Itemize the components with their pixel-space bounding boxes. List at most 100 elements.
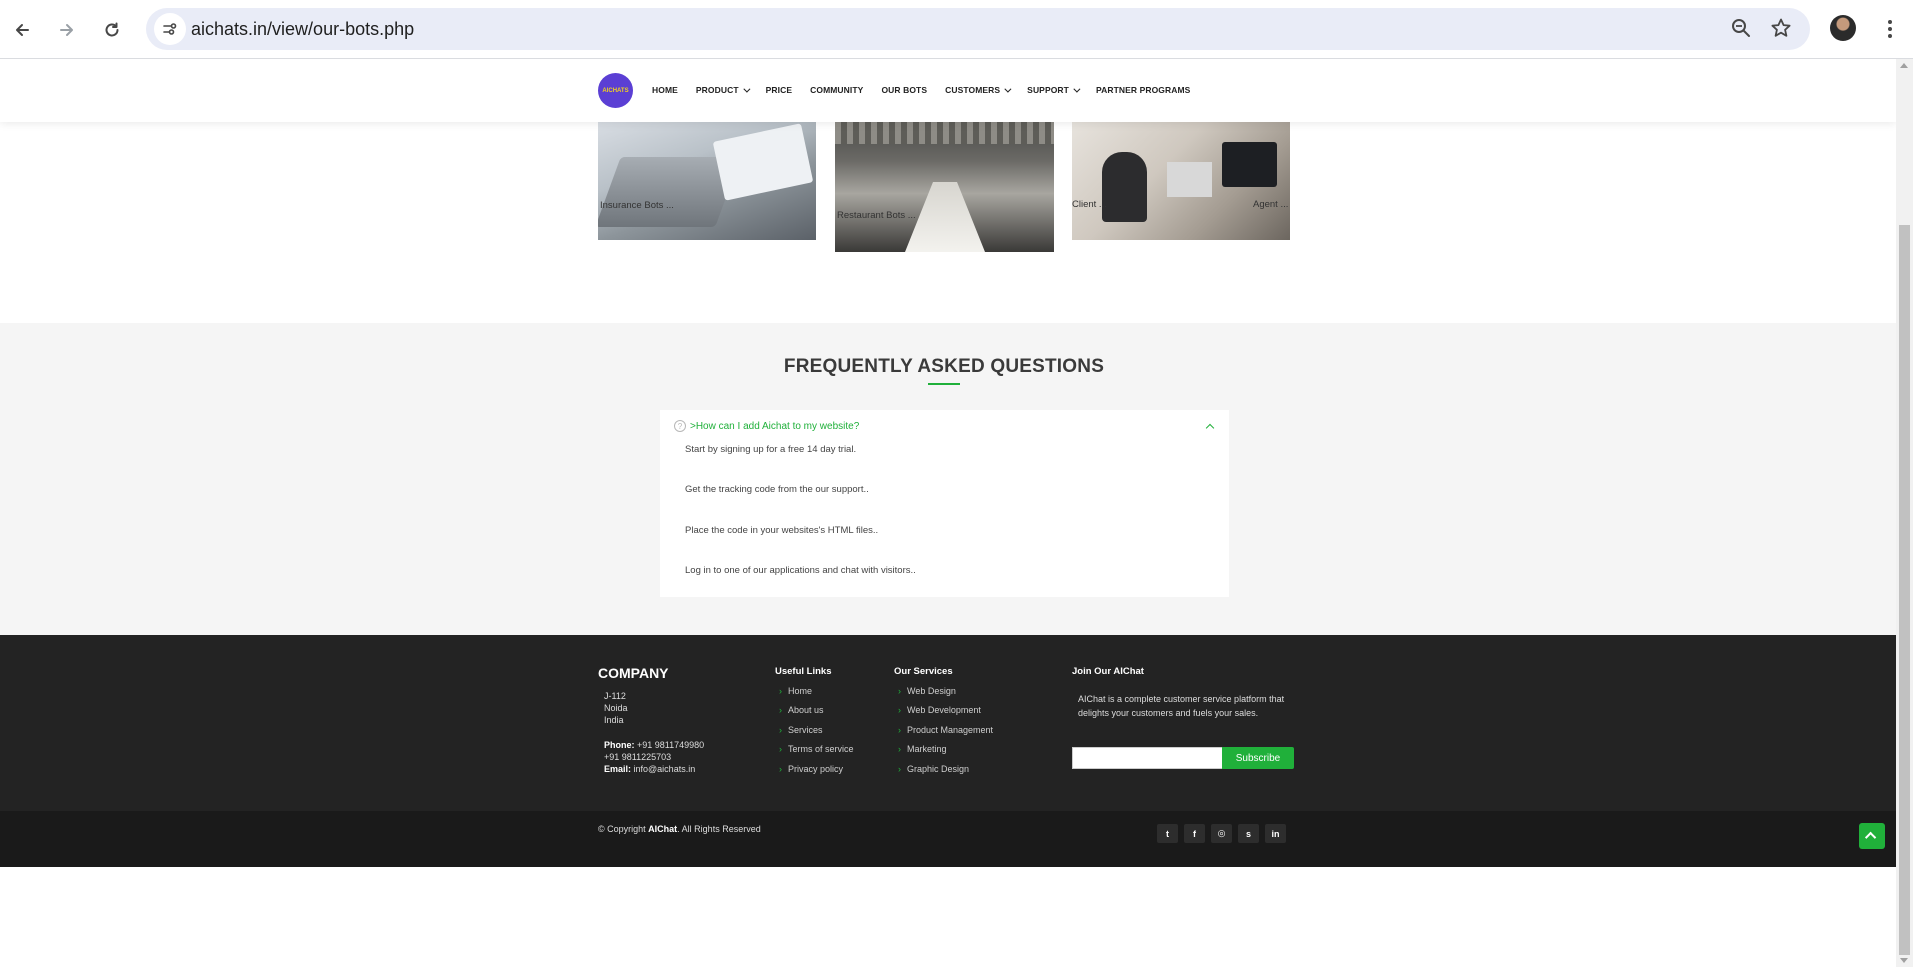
chevron-right-icon: › <box>898 725 901 735</box>
faq-section: FREQUENTLY ASKED QUESTIONS ? >How can I … <box>0 323 1896 635</box>
nav-partner-programs[interactable]: PARTNER PROGRAMS <box>1096 85 1190 95</box>
zoom-icon[interactable] <box>1730 17 1752 44</box>
title-underline <box>928 383 960 385</box>
nav-label: PARTNER PROGRAMS <box>1095 85 1191 95</box>
faq-answer-line: Get the tracking code from the our suppo… <box>685 484 869 495</box>
email-label: Email: <box>604 764 632 774</box>
reload-icon[interactable] <box>94 12 130 48</box>
phone-label: Phone: <box>604 740 635 750</box>
service-link-product-mgmt[interactable]: › Product Management <box>898 725 993 735</box>
copyright-suffix: . All Rights Reserved <box>677 824 761 834</box>
page-scrollbar[interactable] <box>1896 59 1913 967</box>
nav-support[interactable]: SUPPORT <box>1027 85 1081 95</box>
scroll-up-arrow-icon[interactable] <box>1900 63 1908 68</box>
scrollbar-thumb[interactable] <box>1899 225 1910 955</box>
nav-home[interactable]: HOME <box>652 85 678 95</box>
scroll-down-arrow-icon[interactable] <box>1900 958 1908 963</box>
forward-arrow-icon[interactable] <box>49 12 85 48</box>
copyright-prefix: © Copyright <box>598 824 646 834</box>
site-info-icon[interactable] <box>154 13 186 45</box>
chevron-right-icon: › <box>779 725 782 735</box>
facebook-icon[interactable]: f <box>1184 824 1205 843</box>
faq-answer-line: Start by signing up for a free 14 day tr… <box>685 444 857 455</box>
copyright-brand: AIChat <box>648 824 678 834</box>
service-link-web-dev[interactable]: › Web Development <box>898 705 981 715</box>
footer: COMPANY J-112 Noida India Phone: +91 981… <box>0 635 1896 811</box>
twitter-icon[interactable]: t <box>1157 824 1178 843</box>
back-to-top-button[interactable] <box>1859 823 1885 849</box>
useful-links-heading: Useful Links <box>775 666 832 677</box>
company-heading: COMPANY <box>598 665 669 681</box>
nav-product[interactable]: PRODUCT <box>695 85 751 95</box>
instagram-icon[interactable]: ◎ <box>1211 824 1232 843</box>
link-label: Home <box>788 686 813 696</box>
client-agent-bots-image[interactable] <box>1072 122 1290 240</box>
linkedin-icon[interactable]: in <box>1265 824 1286 843</box>
insurance-bots-label[interactable]: Insurance Bots ... <box>600 200 674 211</box>
site-logo[interactable]: AICHATS <box>598 73 633 108</box>
service-link-marketing[interactable]: › Marketing <box>898 744 947 754</box>
more-menu-icon[interactable] <box>1880 12 1900 46</box>
footer-link-terms[interactable]: › Terms of service <box>779 744 854 754</box>
service-link-web-design[interactable]: › Web Design <box>898 686 956 696</box>
help-circle-icon: ? <box>674 420 686 432</box>
link-label: Marketing <box>907 744 947 754</box>
chevron-right-icon: › <box>898 686 901 696</box>
nav-our-bots[interactable]: OUR BOTS <box>881 85 927 95</box>
phone-line-2: +91 9811225703 <box>604 752 672 762</box>
copyright-text: © Copyright AIChat. All Rights Reserved <box>598 824 761 834</box>
our-services-heading: Our Services <box>894 666 953 677</box>
site-header: AICHATS HOME PRODUCT PRICE COMMUNITY OUR… <box>0 59 1896 122</box>
client-label[interactable]: Client ... <box>1072 199 1107 210</box>
nav-community[interactable]: COMMUNITY <box>810 85 863 95</box>
subscribe-button[interactable]: Subscribe <box>1222 747 1294 769</box>
browser-toolbar: aichats.in/view/our-bots.php <box>0 0 1913 59</box>
nav-label: COMMUNITY <box>810 85 864 95</box>
url-text[interactable]: aichats.in/view/our-bots.php <box>191 19 414 40</box>
address-line: Noida <box>604 703 628 713</box>
newsletter-email-input[interactable] <box>1072 747 1223 769</box>
faq-question-text[interactable]: >How can I add Aichat to my website? <box>690 421 859 432</box>
skype-icon[interactable]: s <box>1238 824 1259 843</box>
avatar[interactable] <box>1830 15 1856 41</box>
address-line: India <box>604 715 624 725</box>
agent-label[interactable]: Agent ... <box>1253 199 1288 210</box>
nav-label: PRODUCT <box>695 85 739 95</box>
nav-price[interactable]: PRICE <box>766 85 792 95</box>
address-bar[interactable]: aichats.in/view/our-bots.php <box>146 8 1810 50</box>
chevron-right-icon: › <box>898 744 901 754</box>
page-viewport: Insurance Bots ... Restaurant Bots ... C… <box>0 59 1896 967</box>
email-line: Email: info@aichats.in <box>604 764 695 774</box>
restaurant-bots-image[interactable] <box>835 122 1054 252</box>
faq-answer-line: Place the code in your websites's HTML f… <box>685 525 879 536</box>
back-arrow-icon[interactable] <box>4 12 40 48</box>
join-heading: Join Our AIChat <box>1072 666 1144 677</box>
nav-label: PRICE <box>765 85 793 95</box>
link-label: Privacy policy <box>788 764 844 774</box>
faq-item: ? >How can I add Aichat to my website? S… <box>660 410 1229 597</box>
footer-link-services[interactable]: › Services <box>779 725 823 735</box>
chevron-up-icon[interactable] <box>1205 423 1215 433</box>
footer-link-home[interactable]: › Home <box>779 686 812 696</box>
nav-label: HOME <box>652 85 678 95</box>
insurance-bots-image[interactable] <box>598 122 816 240</box>
chevron-down-icon <box>743 85 751 93</box>
restaurant-bots-label[interactable]: Restaurant Bots ... <box>837 210 916 221</box>
main-nav: HOME PRODUCT PRICE COMMUNITY OUR BOTS CU… <box>652 85 1208 95</box>
footer-link-privacy[interactable]: › Privacy policy <box>779 764 843 774</box>
link-label: Web Design <box>907 686 956 696</box>
faq-question[interactable]: ? >How can I add Aichat to my website? <box>674 420 859 432</box>
star-icon[interactable] <box>1770 17 1792 44</box>
faq-answer-line: Log in to one of our applications and ch… <box>685 565 916 576</box>
nav-label: CUSTOMERS <box>945 85 1001 95</box>
link-label: Web Development <box>907 705 981 715</box>
link-label: Terms of service <box>788 744 854 754</box>
email-address[interactable]: info@aichats.in <box>634 764 696 774</box>
nav-label: OUR BOTS <box>881 85 928 95</box>
chevron-right-icon: › <box>898 705 901 715</box>
nav-customers[interactable]: CUSTOMERS <box>945 85 1012 95</box>
chevron-down-icon <box>1004 85 1012 93</box>
footer-link-about[interactable]: › About us <box>779 705 824 715</box>
service-link-graphic-design[interactable]: › Graphic Design <box>898 764 969 774</box>
address-line: J-112 <box>604 691 626 701</box>
